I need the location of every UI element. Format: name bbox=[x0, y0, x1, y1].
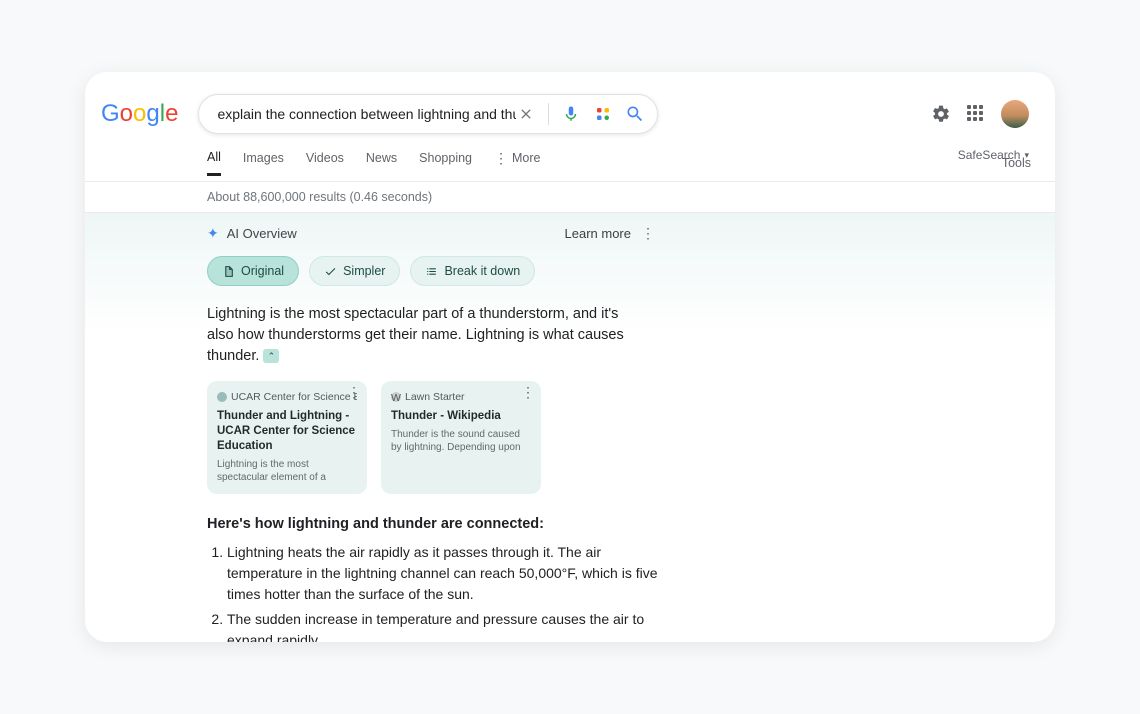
tab-more-label: More bbox=[512, 151, 540, 165]
favicon-icon bbox=[217, 392, 227, 402]
voice-search-icon[interactable] bbox=[561, 104, 581, 124]
tab-videos[interactable]: Videos bbox=[306, 151, 344, 174]
chip-simpler[interactable]: Simpler bbox=[309, 256, 400, 286]
more-icon: ⋮ bbox=[494, 155, 508, 162]
citation-badge[interactable]: ⌃ bbox=[263, 349, 279, 363]
source-cards: ⋮ UCAR Center for Science Edu... Thunder… bbox=[207, 381, 1055, 494]
card-menu-icon[interactable]: ⋮ bbox=[347, 389, 361, 396]
chevron-down-icon: ▾ bbox=[1024, 150, 1029, 161]
tabs: All Images Videos News Shopping ⋮ More bbox=[207, 150, 540, 175]
safesearch-dropdown[interactable]: SafeSearch ▾ bbox=[958, 148, 1029, 162]
card-desc: Lightning is the most spectacular elemen… bbox=[217, 458, 357, 484]
apps-icon[interactable] bbox=[967, 105, 985, 123]
search-bar bbox=[198, 94, 658, 134]
connected-heading: Here's how lightning and thunder are con… bbox=[207, 516, 1055, 532]
clear-icon[interactable] bbox=[516, 104, 536, 124]
tab-news[interactable]: News bbox=[366, 151, 397, 174]
card-desc: Thunder is the sound caused by lightning… bbox=[391, 428, 531, 454]
card-menu-icon[interactable]: ⋮ bbox=[521, 389, 535, 396]
tab-images[interactable]: Images bbox=[243, 151, 284, 174]
source-card[interactable]: ⋮ UCAR Center for Science Edu... Thunder… bbox=[207, 381, 367, 494]
chip-breakdown[interactable]: Break it down bbox=[410, 256, 535, 286]
ai-menu-icon[interactable]: ⋮ bbox=[641, 230, 655, 237]
card-source: UCAR Center for Science Edu... bbox=[217, 391, 357, 403]
divider bbox=[548, 103, 549, 125]
source-card[interactable]: ⋮ W Lawn Starter Thunder - Wikipedia Thu… bbox=[381, 381, 541, 494]
card-source: W Lawn Starter bbox=[391, 391, 531, 403]
document-icon bbox=[222, 265, 235, 278]
search-bar-icons bbox=[516, 103, 645, 125]
safesearch-label: SafeSearch bbox=[958, 148, 1021, 162]
ai-chips: Original Simpler Break it down bbox=[207, 256, 1055, 286]
card-source-label: UCAR Center for Science Edu... bbox=[231, 391, 357, 403]
result-stats: About 88,600,000 results (0.46 seconds) bbox=[85, 182, 1055, 212]
sparkle-icon: ✦ bbox=[207, 225, 219, 242]
ai-overview-header: ✦ AI Overview Learn more ⋮ bbox=[207, 225, 1055, 242]
header-right bbox=[931, 100, 1029, 128]
ai-overview-section: ✦ AI Overview Learn more ⋮ Original Simp… bbox=[85, 212, 1055, 642]
steps-list: Lightning heats the air rapidly as it pa… bbox=[227, 542, 667, 642]
ai-intro: Lightning is the most spectacular part o… bbox=[207, 304, 647, 367]
settings-icon[interactable] bbox=[931, 104, 951, 124]
google-logo[interactable]: Google bbox=[101, 100, 178, 128]
chip-original[interactable]: Original bbox=[207, 256, 299, 286]
search-icon[interactable] bbox=[625, 104, 645, 124]
ai-learn-more[interactable]: Learn more ⋮ bbox=[565, 226, 655, 241]
learn-more-label: Learn more bbox=[565, 226, 631, 241]
card-title: Thunder - Wikipedia bbox=[391, 409, 531, 424]
tab-all[interactable]: All bbox=[207, 150, 221, 176]
avatar[interactable] bbox=[1001, 100, 1029, 128]
chip-simpler-label: Simpler bbox=[343, 264, 385, 278]
check-icon bbox=[324, 265, 337, 278]
ai-overview-label: AI Overview bbox=[227, 226, 297, 241]
list-icon bbox=[425, 265, 438, 278]
favicon-icon: W bbox=[391, 392, 401, 402]
search-input[interactable] bbox=[217, 106, 516, 122]
browser-frame: Google bbox=[85, 72, 1055, 642]
tabs-row: All Images Videos News Shopping ⋮ More T… bbox=[85, 144, 1055, 182]
header: Google bbox=[85, 72, 1055, 144]
card-title: Thunder and Lightning - UCAR Center for … bbox=[217, 409, 357, 454]
list-item: The sudden increase in temperature and p… bbox=[227, 609, 667, 642]
chip-original-label: Original bbox=[241, 264, 284, 278]
card-source-label: Lawn Starter bbox=[405, 391, 465, 403]
tab-more[interactable]: ⋮ More bbox=[494, 151, 540, 174]
list-item: Lightning heats the air rapidly as it pa… bbox=[227, 542, 667, 605]
tab-shopping[interactable]: Shopping bbox=[419, 151, 472, 174]
chip-breakdown-label: Break it down bbox=[444, 264, 520, 278]
lens-search-icon[interactable] bbox=[593, 104, 613, 124]
